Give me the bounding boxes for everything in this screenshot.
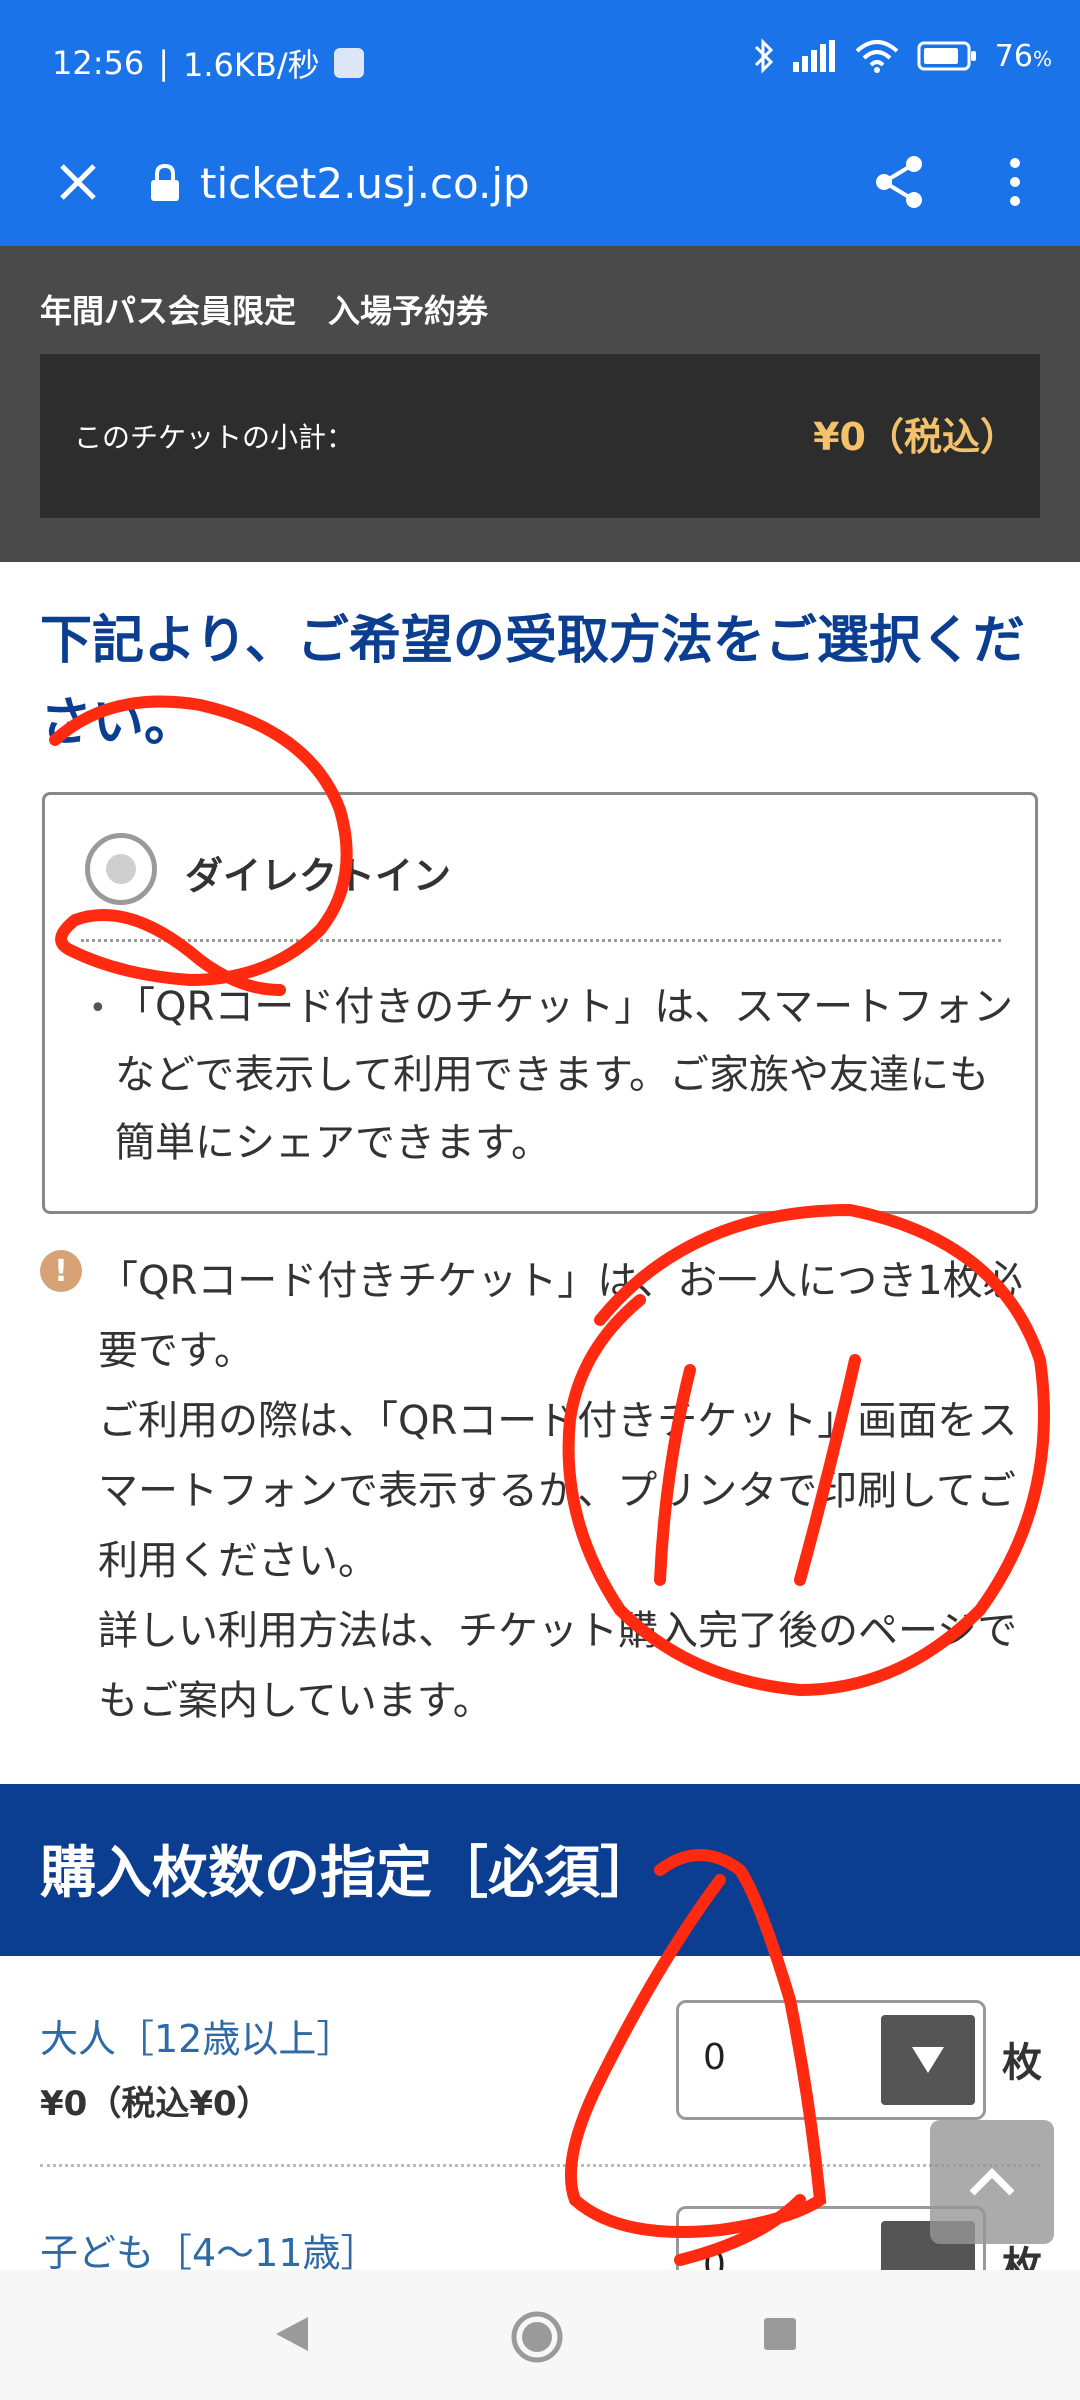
ticket-type-adult: 大人［12歳以上］ xyxy=(40,2017,355,2061)
receipt-option-label: ダイレクトイン xyxy=(185,854,452,898)
quantity-title: 購入枚数の指定［必須］ xyxy=(40,1841,656,1906)
notice-text: 「QRコード付きチケット」は、お一人につき1枚必要です。 ご利用の際は、「QRコ… xyxy=(98,1246,1046,1736)
url-bar[interactable]: ticket2.usj.co.jp xyxy=(150,148,530,218)
nav-back-button[interactable] xyxy=(268,2310,316,2358)
back-to-top-button[interactable] xyxy=(930,2120,1054,2244)
status-network-speed: 1.6KB/秒 xyxy=(183,46,320,84)
quantity-unit-adult: 枚 xyxy=(1002,2040,1042,2086)
status-right: 76% xyxy=(753,38,1052,74)
subtotal-box: このチケットの小計： ¥0（税込） xyxy=(40,354,1040,518)
subtotal-label: このチケットの小計： xyxy=(74,421,355,454)
receipt-option-card[interactable]: ダイレクトイン • 「QRコード付きのチケット」は、スマートフォンなどで表示して… xyxy=(42,792,1038,1214)
battery-level: 76% xyxy=(994,38,1052,74)
row-divider xyxy=(40,2164,1040,2167)
battery-icon xyxy=(917,41,976,71)
dropdown-button[interactable] xyxy=(881,2015,975,2105)
ticket-title: 年間パス会員限定 入場予約券 xyxy=(40,292,489,330)
back-triangle-icon xyxy=(276,2317,308,2351)
quantity-select-adult[interactable]: 0 xyxy=(676,2000,986,2120)
notice-line: ご利用の際は、「QRコード付きチケット」画面をスマートフォンで表示するか、プリン… xyxy=(98,1398,1018,1584)
ticket-price-adult: ¥0（税込¥0） xyxy=(40,2084,271,2124)
notification-icon xyxy=(333,48,364,78)
notice-line: 詳しい利用方法は、チケット購入完了後のページでもご案内しています。 xyxy=(98,1608,1018,1724)
quantity-value-adult: 0 xyxy=(703,2037,726,2078)
lock-icon xyxy=(151,164,179,201)
receipt-option-radio[interactable] xyxy=(85,833,157,905)
status-separator: | xyxy=(158,44,169,82)
subtotal-value: ¥0（税込） xyxy=(813,415,1018,459)
browser-toolbar: ticket2.usj.co.jp xyxy=(0,122,1080,246)
close-button[interactable] xyxy=(38,142,118,222)
bluetooth-icon xyxy=(754,38,773,74)
radio-dot xyxy=(106,854,136,884)
ticket-summary: 年間パス会員限定 入場予約券 このチケットの小計： ¥0（税込） xyxy=(0,246,1080,562)
close-icon xyxy=(60,164,96,200)
option-divider xyxy=(81,939,1001,942)
receipt-option-description: 「QRコード付きのチケット」は、スマートフォンなどで表示して利用できます。ご家族… xyxy=(115,984,1014,1166)
nav-home-button[interactable] xyxy=(510,2310,564,2364)
receipt-method-heading: 下記より、ご希望の受取方法をご選択ください。 xyxy=(40,611,1025,753)
system-navigation-bar xyxy=(0,2270,1080,2400)
share-icon xyxy=(876,156,922,208)
status-left: 12:56 | 1.6KB/秒 xyxy=(52,40,364,86)
bullet-icon: • xyxy=(89,991,107,1026)
recents-square-icon xyxy=(764,2318,796,2350)
wifi-icon xyxy=(855,40,899,73)
home-circle-icon xyxy=(511,2311,563,2363)
ticket-type-child: 子ども［4〜11歳］ xyxy=(40,2231,379,2275)
quantity-section-header: 購入枚数の指定［必須］ xyxy=(0,1784,1080,1956)
nav-recents-button[interactable] xyxy=(760,2314,800,2354)
exclamation-circle-icon: ! xyxy=(40,1250,82,1292)
share-button[interactable] xyxy=(860,142,940,222)
triangle-down-icon xyxy=(912,2047,944,2073)
signal-icon xyxy=(792,40,835,72)
notice-line: 「QRコード付きチケット」は、お一人につき1枚必要です。 xyxy=(98,1258,1023,1374)
chevron-up-icon xyxy=(969,2168,1015,2196)
more-vert-icon xyxy=(1010,158,1020,206)
status-time: 12:56 xyxy=(52,44,145,82)
more-options-button[interactable] xyxy=(980,142,1050,222)
url-text: ticket2.usj.co.jp xyxy=(200,158,530,208)
status-bar: 12:56 | 1.6KB/秒 76% xyxy=(0,0,1080,122)
